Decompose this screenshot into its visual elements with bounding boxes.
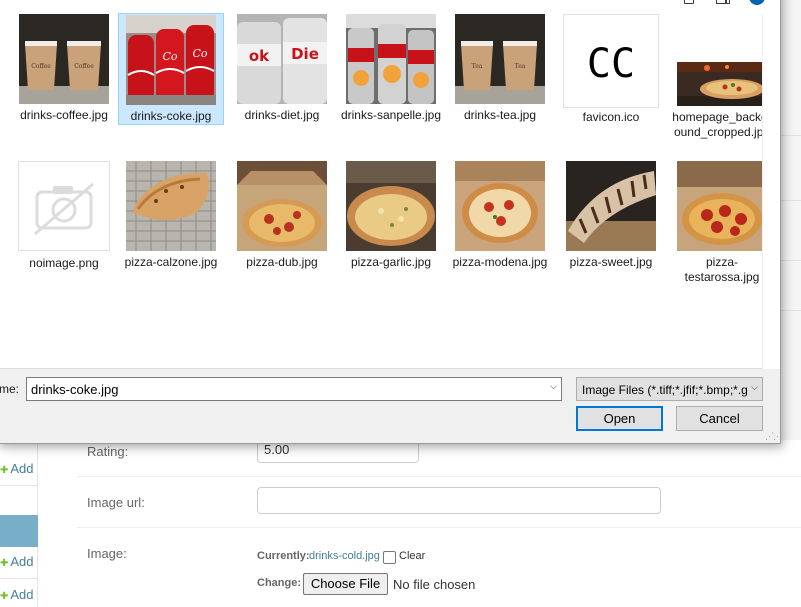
- resize-grip-icon[interactable]: ⋰⋰: [765, 431, 782, 442]
- thumbnail-image: [346, 14, 436, 104]
- file-name: drinks-diet.jpg: [244, 108, 320, 122]
- sidebar-section-header: [0, 515, 38, 547]
- file-name: pizza-calzone.jpg: [124, 255, 218, 269]
- change-view-icon[interactable]: [684, 0, 696, 9]
- image-label: Image:: [87, 546, 127, 561]
- rating-label: Rating:: [87, 444, 129, 459]
- change-label: Change:: [257, 577, 301, 589]
- current-image-link[interactable]: drinks-cold.jpg: [309, 550, 380, 562]
- sidebar-divider: [0, 578, 38, 579]
- thumbnail-image: ok Die: [237, 14, 327, 104]
- svg-text:Co: Co: [162, 50, 177, 63]
- svg-text:Tea: Tea: [515, 63, 526, 70]
- clear-label: Clear: [399, 550, 426, 562]
- file-item[interactable]: pizza-modena.jpg: [447, 161, 553, 272]
- preview-pane-icon[interactable]: [716, 0, 730, 9]
- svg-text:Die: Die: [291, 45, 319, 63]
- page-right-edge: [781, 0, 801, 440]
- file-item[interactable]: pizza-dub.jpg: [229, 161, 335, 272]
- file-open-dialog: ▾ ? Coffee Coffee drinks-coffee.jpg: [0, 0, 782, 444]
- file-item[interactable]: pizza-garlic.jpg: [338, 161, 444, 272]
- file-item[interactable]: pizza-testarossa.jpg: [669, 161, 775, 287]
- sidebar-divider: [0, 485, 38, 486]
- open-button[interactable]: Open: [576, 406, 663, 431]
- file-name-input[interactable]: drinks-coke.jpg ⌵: [26, 377, 562, 401]
- thumbnail-image: [237, 161, 327, 251]
- thumbnail-image: [346, 161, 436, 251]
- thumbnail-image: CC: [563, 14, 659, 108]
- sidebar-add-link[interactable]: ✚ Add: [0, 554, 34, 569]
- plus-icon: ✚: [0, 558, 9, 569]
- thumbnail-image: [677, 62, 767, 106]
- file-name: drinks-coke.jpg: [130, 109, 212, 123]
- file-name: favicon.ico: [582, 110, 640, 124]
- file-name: homepage_background_cropped.jpg: [672, 110, 772, 139]
- favicon-glyph: CC: [587, 41, 635, 87]
- sidebar-add-link[interactable]: ✚ Add: [0, 461, 34, 476]
- file-item[interactable]: ok Die drinks-diet.jpg: [229, 14, 335, 125]
- choose-file-button[interactable]: Choose File: [303, 573, 388, 595]
- image-url-input[interactable]: [257, 487, 661, 514]
- plus-icon: ✚: [0, 465, 9, 476]
- svg-text:Coffee: Coffee: [31, 63, 51, 70]
- file-name: pizza-garlic.jpg: [350, 255, 432, 269]
- file-name: drinks-tea.jpg: [463, 108, 537, 122]
- dialog-toolbar: ▾ ?: [0, 0, 780, 14]
- svg-text:Tea: Tea: [472, 63, 483, 70]
- thumbnail-image: [18, 161, 110, 251]
- thumbnail-image: [126, 161, 216, 251]
- thumbnail-image: Co Co: [126, 15, 216, 105]
- image-url-label: Image url:: [87, 495, 145, 510]
- file-name: noimage.png: [29, 256, 99, 270]
- file-name-label: me:: [0, 382, 20, 396]
- file-list-scrollbar[interactable]: [762, 14, 780, 369]
- thumbnail-image: [455, 161, 545, 251]
- thumbnail-image: [677, 161, 767, 251]
- file-type-value: Image Files (*.tiff;*.jfif;*.bmp;*.g: [582, 383, 748, 397]
- chevron-down-icon[interactable]: ▾: [699, 0, 704, 3]
- plus-icon: ✚: [0, 591, 9, 602]
- currently-label: Currently:: [257, 550, 310, 562]
- file-item[interactable]: Tea Tea drinks-tea.jpg: [447, 14, 553, 125]
- file-name: pizza-modena.jpg: [452, 255, 548, 269]
- svg-text:Co: Co: [192, 47, 207, 60]
- no-file-chosen-text: No file chosen: [393, 577, 476, 592]
- file-name: drinks-coffee.jpg: [20, 108, 108, 122]
- thumbnail-image: Tea Tea: [455, 14, 545, 104]
- thumbnail-image: [566, 161, 656, 251]
- file-name-value: drinks-coke.jpg: [31, 382, 119, 397]
- file-name: pizza-testarossa.jpg: [684, 255, 760, 284]
- cancel-button[interactable]: Cancel: [676, 406, 763, 431]
- sidebar-add-link[interactable]: ✚ Add: [0, 587, 34, 602]
- thumbnail-image: Coffee Coffee: [19, 14, 109, 104]
- file-item[interactable]: CC favicon.ico: [558, 14, 664, 127]
- file-item[interactable]: pizza-calzone.jpg: [118, 161, 224, 272]
- file-name: drinks-sanpelle.jpg: [340, 108, 442, 122]
- file-item[interactable]: drinks-sanpelle.jpg: [338, 14, 444, 125]
- svg-text:Coffee: Coffee: [74, 63, 94, 70]
- file-item[interactable]: pizza-sweet.jpg: [558, 161, 664, 272]
- file-item-selected[interactable]: Co Co drinks-coke.jpg: [118, 13, 224, 125]
- clear-checkbox[interactable]: [383, 551, 396, 564]
- svg-text:ok: ok: [249, 47, 270, 65]
- file-list: Coffee Coffee drinks-coffee.jpg Co Co dr…: [0, 13, 780, 369]
- help-icon[interactable]: ?: [749, 0, 765, 5]
- file-name: pizza-sweet.jpg: [569, 255, 653, 269]
- file-item[interactable]: noimage.png: [11, 161, 117, 273]
- file-item[interactable]: Coffee Coffee drinks-coffee.jpg: [11, 14, 117, 125]
- chevron-down-icon: ⌵: [749, 382, 758, 393]
- chevron-down-icon[interactable]: ⌵: [550, 381, 557, 392]
- file-type-select[interactable]: Image Files (*.tiff;*.jfif;*.bmp;*.g ⌵: [576, 377, 763, 401]
- file-name: pizza-dub.jpg: [246, 255, 318, 269]
- file-item[interactable]: homepage_background_cropped.jpg: [669, 14, 775, 142]
